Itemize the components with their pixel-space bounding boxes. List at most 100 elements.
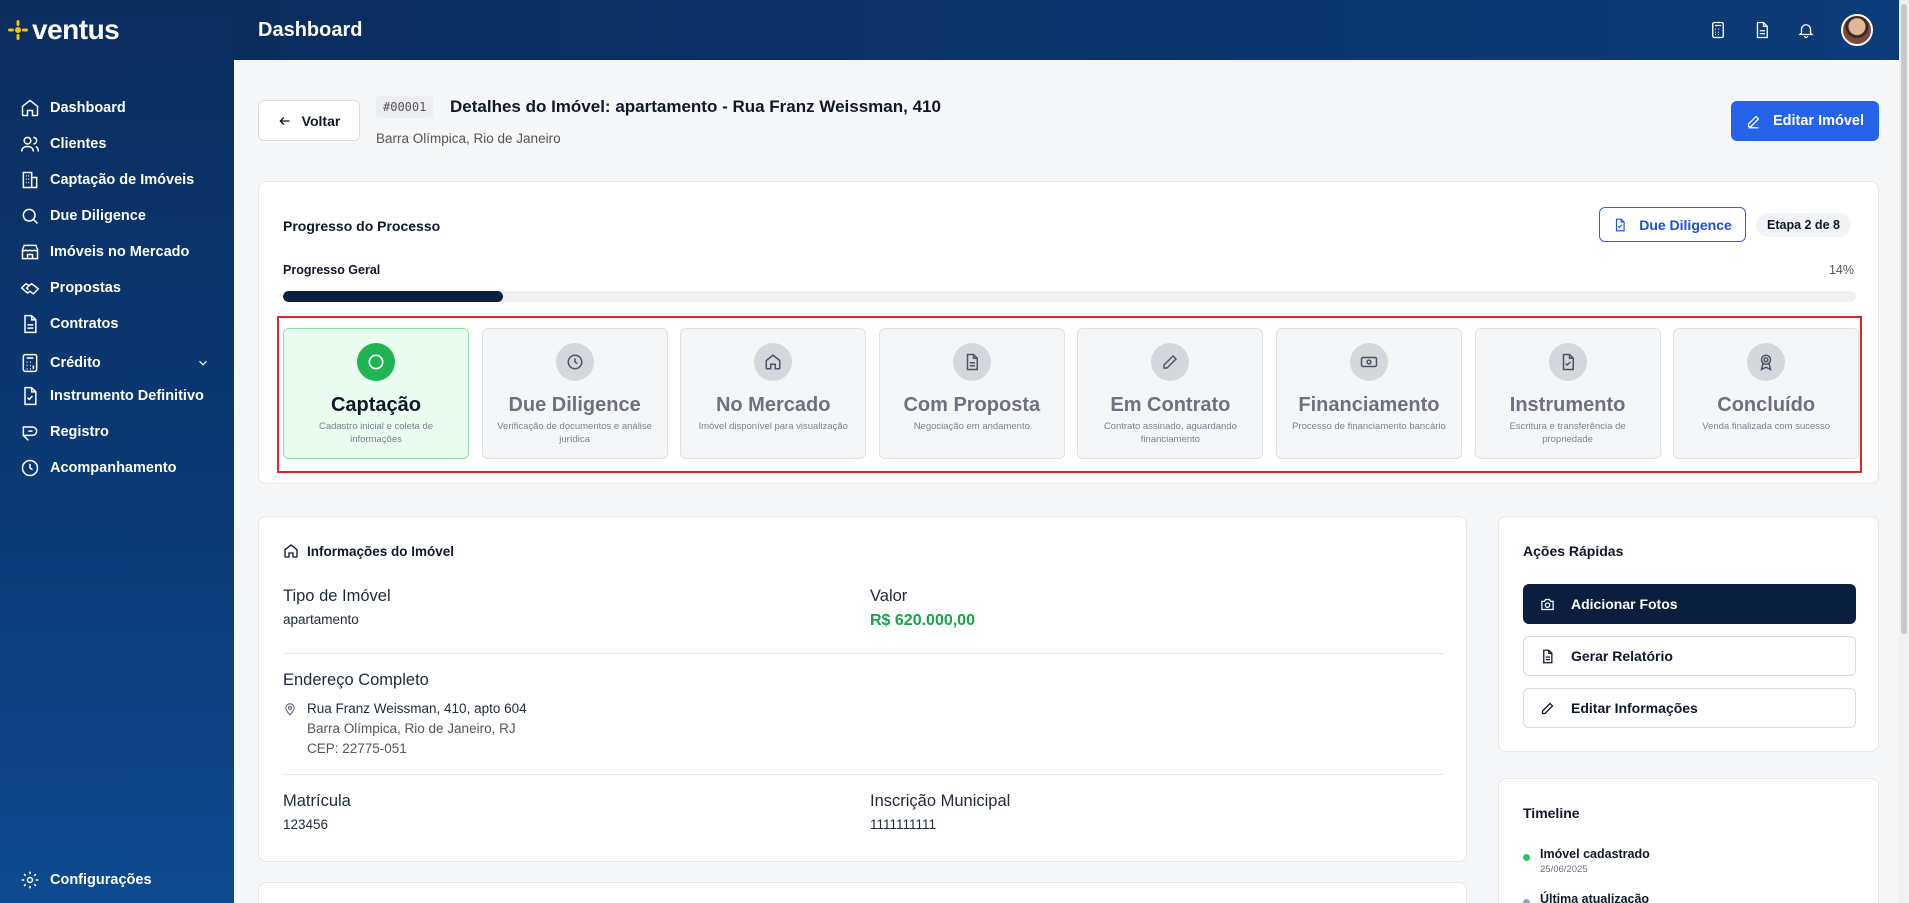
divider	[283, 774, 1444, 775]
sidebar-item-configuracoes[interactable]: Configurações	[0, 862, 234, 898]
edit-info-button[interactable]: Editar Informações	[1523, 688, 1856, 728]
sidebar-item-due-diligence[interactable]: Due Diligence	[0, 198, 234, 234]
valor-label: Valor	[870, 587, 908, 605]
stage-desc: Imóvel disponível para visualização	[698, 421, 848, 432]
circle-icon	[368, 354, 384, 370]
calculator-icon	[22, 353, 38, 373]
sidebar-item-acompanhamento[interactable]: Acompanhamento	[0, 450, 234, 486]
timeline-item: Imóvel cadastrado 25/06/2025	[1523, 847, 1650, 875]
timeline-title: Timeline	[1523, 805, 1580, 821]
scrollbar-thumb[interactable]	[1901, 4, 1907, 634]
add-photos-label: Adicionar Fotos	[1571, 596, 1678, 612]
property-info-card: Informações do Imóvel Tipo de Imóvel apa…	[258, 516, 1467, 862]
topbar: Dashboard	[234, 0, 1909, 60]
sidebar-item-credito[interactable]: Crédito	[0, 348, 234, 378]
current-stage-button[interactable]: Due Diligence	[1599, 207, 1746, 242]
stage-name: Captação	[330, 394, 422, 416]
timeline-item: Última atualização	[1523, 892, 1649, 903]
stage-due-diligence[interactable]: Due Diligence Verificação de documentos …	[481, 328, 668, 459]
pencil-icon	[1541, 702, 1554, 714]
sidebar-item-instrumento[interactable]: Instrumento Definitivo	[0, 378, 234, 414]
handshake-icon	[20, 282, 40, 295]
map-pin-icon	[285, 703, 295, 716]
overall-progress-percent: 14%	[1828, 263, 1854, 277]
banknote-icon	[1360, 356, 1378, 368]
stage-desc: Verificação de documentos e análise jurí…	[497, 421, 652, 445]
stage-financiamento[interactable]: Financiamento Processo de financiamento …	[1275, 328, 1462, 459]
stage-captacao[interactable]: Captação Cadastro inicial e coleta de in…	[283, 328, 469, 459]
edit-property-label: Editar Imóvel	[1772, 113, 1865, 129]
back-button[interactable]: Voltar	[258, 100, 360, 141]
sidebar-item-label: Due Diligence	[50, 208, 146, 224]
overall-progress-bar	[283, 291, 1856, 302]
timeline-event: Imóvel cadastrado	[1540, 847, 1650, 861]
timeline-dot	[1523, 854, 1530, 861]
stage-name: Concluído	[1717, 394, 1816, 416]
timeline-date: 25/06/2025	[1540, 864, 1588, 875]
pencil-icon	[1747, 115, 1760, 128]
sidebar-item-imoveis-mercado[interactable]: Imóveis no Mercado	[0, 234, 234, 270]
document-icon	[966, 353, 978, 371]
quick-actions-title: Ações Rápidas	[1523, 543, 1624, 559]
sidebar-item-label: Crédito	[50, 355, 101, 371]
file-check-icon	[1616, 218, 1625, 231]
stage-com-proposta[interactable]: Com Proposta Negociação em andamento	[878, 328, 1065, 459]
avatar[interactable]	[1841, 14, 1873, 46]
stage-instrumento[interactable]: Instrumento Escritura e transferência de…	[1474, 328, 1661, 459]
info-title: Informações do Imóvel	[307, 543, 455, 559]
sidebar-item-registro[interactable]: Registro	[0, 414, 234, 450]
sidebar-item-dashboard[interactable]: Dashboard	[0, 90, 234, 126]
logo-text: ventus	[32, 14, 120, 45]
address-block: Rua Franz Weissman, 410, apto 604 Barra …	[283, 699, 527, 759]
edit-property-button[interactable]: Editar Imóvel	[1731, 101, 1879, 141]
overall-progress-label: Progresso Geral	[283, 263, 381, 277]
sidebar: ventus Dashboard Clientes Captação de Im…	[0, 0, 234, 903]
sidebar-item-label: Imóveis no Mercado	[50, 244, 190, 260]
bell-icon[interactable]	[1797, 21, 1815, 39]
timeline-dot	[1523, 899, 1530, 903]
sidebar-item-captacao[interactable]: Captação de Imóveis	[0, 162, 234, 198]
stage-em-contrato[interactable]: Em Contrato Contrato assinado, aguardand…	[1077, 328, 1264, 459]
stage-desc: Contrato assinado, aguardando financiame…	[1103, 421, 1237, 445]
sidebar-item-propostas[interactable]: Propostas	[0, 270, 234, 306]
sidebar-item-clientes[interactable]: Clientes	[0, 126, 234, 162]
file-check-icon	[24, 386, 37, 406]
info-header: Informações do Imóvel	[283, 543, 454, 559]
generate-report-label: Gerar Relatório	[1571, 648, 1673, 664]
stage-desc: Negociação em andamento	[913, 421, 1030, 432]
matricula-value: 123456	[283, 817, 329, 832]
document-icon[interactable]	[1753, 21, 1771, 39]
document-icon	[1543, 649, 1553, 663]
logo-mark-icon	[8, 20, 28, 40]
progress-fill	[283, 291, 504, 302]
chevron-down-icon[interactable]	[196, 356, 210, 370]
timeline-event: Última atualização	[1540, 892, 1650, 903]
store-icon	[21, 244, 39, 260]
home-icon	[284, 544, 298, 558]
property-subtitle: Barra Olímpica, Rio de Janeiro	[376, 131, 561, 146]
scrollbar[interactable]	[1899, 0, 1909, 903]
property-code-badge: #00001	[376, 96, 434, 118]
address-line-3: CEP: 22775-051	[307, 741, 407, 756]
add-photos-button[interactable]: Adicionar Fotos	[1523, 584, 1856, 624]
stage-desc: Venda finalizada com sucesso	[1702, 421, 1831, 432]
building-icon	[22, 171, 38, 189]
stage-desc: Escritura e transferência de propriedade	[1509, 421, 1626, 445]
clock-icon	[567, 354, 583, 370]
property-title: Detalhes do Imóvel: apartamento - Rua Fr…	[450, 97, 941, 116]
sidebar-item-label: Clientes	[50, 136, 107, 152]
sidebar-item-label: Configurações	[50, 872, 152, 888]
logo[interactable]: ventus	[0, 0, 234, 60]
stage-name: Due Diligence	[508, 394, 641, 416]
timeline-card: Timeline Imóvel cadastrado 25/06/2025 Úl…	[1498, 778, 1879, 903]
generate-report-button[interactable]: Gerar Relatório	[1523, 636, 1856, 676]
calculator-icon[interactable]	[1709, 21, 1727, 39]
stage-desc: Cadastro inicial e coleta de informações	[318, 421, 434, 445]
stage-no-mercado[interactable]: No Mercado Imóvel disponível para visual…	[680, 328, 867, 459]
sidebar-item-label: Contratos	[50, 316, 119, 332]
registry-icon	[22, 426, 38, 441]
stage-concluido[interactable]: Concluído Venda finalizada com sucesso	[1673, 328, 1860, 459]
matricula-label: Matrícula	[283, 792, 351, 810]
home-icon	[765, 354, 781, 370]
sidebar-item-contratos[interactable]: Contratos	[0, 306, 234, 342]
